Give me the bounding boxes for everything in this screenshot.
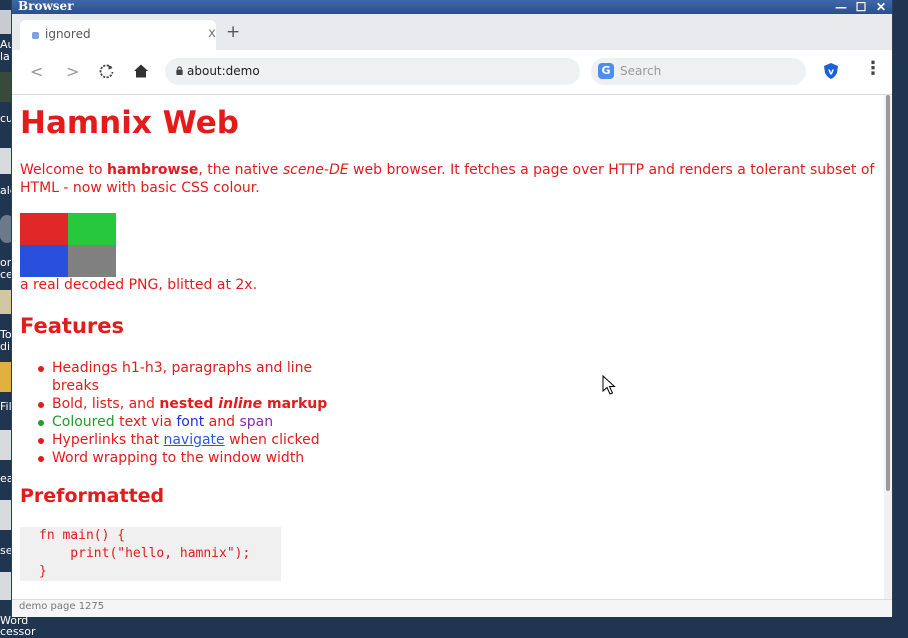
page-content: Hamnix Web Welcome to hambrowse, the nat… [12, 95, 884, 599]
desktop-icon-label: ce [0, 268, 13, 281]
feature-bold: markup [262, 396, 328, 412]
new-tab-button[interactable]: + [226, 22, 240, 42]
bullet-icon [38, 420, 44, 426]
search-box[interactable]: G Search [591, 58, 806, 85]
desktop-icon-label: di [0, 340, 11, 353]
png-quadrant-green [68, 213, 116, 245]
bullet-icon [38, 438, 44, 444]
feature-text: Word wrapping to the window width [52, 450, 305, 466]
feature-blue-text: font [176, 414, 205, 430]
bullet-icon [38, 402, 44, 408]
feature-text: Bold, lists, and [52, 396, 160, 412]
status-text: demo page 1275 [19, 601, 105, 612]
feature-text: Headings h1-h3, paragraphs and line brea… [52, 360, 313, 394]
feature-text: when clicked [224, 432, 320, 448]
features-heading: Features [20, 314, 124, 338]
mouse-cursor-icon [602, 375, 616, 395]
extension-letter: v [828, 68, 834, 78]
feature-text: Hyperlinks that [52, 432, 164, 448]
intro-text: , the native [198, 162, 283, 178]
intro-italic: scene-DE [282, 162, 349, 178]
url-text[interactable]: about:demo [187, 64, 260, 78]
list-item: Hyperlinks that navigate when clicked [36, 431, 356, 449]
minimize-button[interactable]: — [834, 0, 848, 14]
desktop-icon-label: cessor [0, 625, 36, 638]
list-item: Word wrapping to the window width [36, 449, 356, 467]
browser-window: Browser — ☐ ✕ ignored x + < > about:demo [12, 0, 892, 617]
desktop-icon-label: se [0, 544, 13, 557]
bullet-icon [38, 366, 44, 372]
maximize-button[interactable]: ☐ [854, 0, 868, 14]
status-bar: demo page 1275 [12, 599, 892, 617]
scrollbar-thumb[interactable] [886, 95, 890, 491]
navigate-link[interactable]: navigate [163, 432, 224, 448]
desktop-icon-label: Fil [0, 400, 12, 413]
home-icon[interactable] [133, 63, 149, 79]
features-list: Headings h1-h3, paragraphs and line brea… [36, 359, 356, 467]
window-titlebar[interactable]: Browser — ☐ ✕ [12, 0, 892, 14]
forward-button[interactable]: > [66, 62, 79, 81]
extension-shield-icon[interactable]: v [822, 62, 840, 80]
tab-close-icon[interactable]: x [204, 26, 220, 41]
bullet-icon [38, 456, 44, 462]
code-line: print("hello, hamnix"); [39, 546, 251, 561]
png-quadrant-gray [68, 245, 116, 277]
tab-label: ignored [45, 27, 91, 41]
list-item: Bold, lists, and nested inline markup [36, 395, 356, 413]
lock-icon [176, 66, 183, 75]
feature-purple-text: span [239, 414, 274, 430]
favicon-icon [32, 32, 39, 39]
png-quadrant-blue [20, 245, 68, 277]
png-quadrant-red [20, 213, 68, 245]
search-engine-icon[interactable]: G [598, 63, 614, 79]
nav-toolbar: < > about:demo G Search v ⋮ [12, 50, 892, 95]
back-button[interactable]: < [30, 62, 43, 81]
list-item: Coloured text via font and span [36, 413, 356, 431]
code-line: } [39, 564, 47, 579]
intro-text: Welcome to [20, 162, 107, 178]
feature-bold: nested [159, 396, 219, 412]
address-bar[interactable]: about:demo [165, 58, 580, 85]
feature-green-text: Coloured [52, 414, 115, 430]
desktop-icon-label: la [0, 50, 10, 63]
feature-text: text via [114, 414, 177, 430]
image-caption: a real decoded PNG, blitted at 2x. [20, 277, 258, 293]
tab-bar: ignored x + [12, 14, 892, 50]
intro-paragraph: Welcome to hambrowse, the native scene-D… [20, 161, 884, 197]
close-window-button[interactable]: ✕ [874, 0, 888, 14]
feature-bold-italic: inline [218, 396, 263, 412]
intro-bold: hambrowse [107, 162, 199, 178]
reload-icon[interactable] [98, 63, 115, 80]
search-input[interactable]: Search [620, 64, 661, 78]
list-item: Headings h1-h3, paragraphs and line brea… [36, 359, 356, 395]
menu-kebab-icon[interactable]: ⋮ [864, 58, 882, 79]
feature-text: and [204, 414, 240, 430]
window-title: Browser [18, 0, 74, 13]
code-block: fn main() { print("hello, hamnix"); } [20, 527, 281, 581]
preformatted-heading: Preformatted [20, 485, 165, 507]
tab-ignored[interactable]: ignored x [20, 20, 216, 50]
demo-png-image [20, 213, 116, 277]
page-title: Hamnix Web [20, 105, 239, 141]
code-line: fn main() { [39, 528, 126, 543]
